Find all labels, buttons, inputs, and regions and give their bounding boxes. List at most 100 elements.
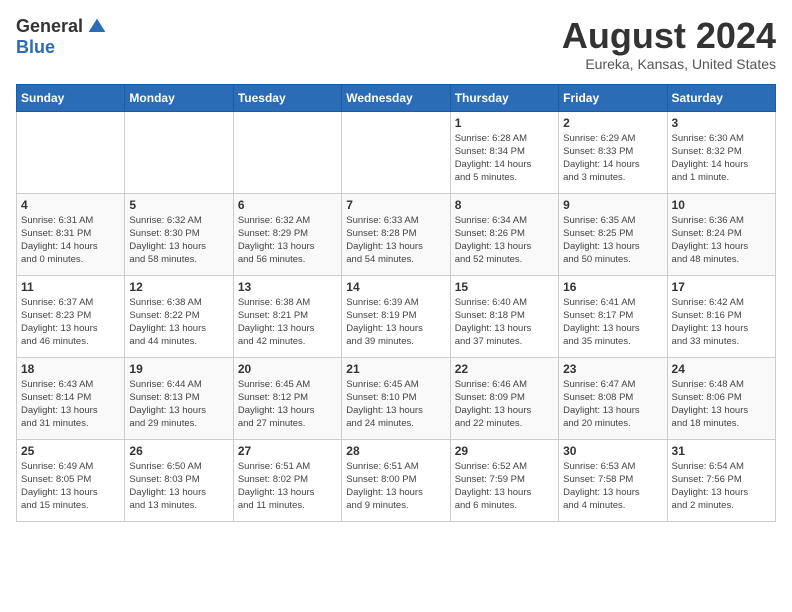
- header-tuesday: Tuesday: [233, 84, 341, 111]
- day-cell: 12Sunrise: 6:38 AMSunset: 8:22 PMDayligh…: [125, 275, 233, 357]
- day-detail: Sunrise: 6:51 AMSunset: 8:00 PMDaylight:…: [346, 460, 445, 513]
- day-detail: Sunrise: 6:43 AMSunset: 8:14 PMDaylight:…: [21, 378, 120, 431]
- day-detail: Sunrise: 6:39 AMSunset: 8:19 PMDaylight:…: [346, 296, 445, 349]
- day-detail: Sunrise: 6:28 AMSunset: 8:34 PMDaylight:…: [455, 132, 554, 185]
- day-cell: 10 Sunrise: 6:36 AMSunset: 8:24 PMDayligh…: [667, 193, 775, 275]
- day-cell: 20 Sunrise: 6:45 AMSunset: 8:12 PMDayligh…: [233, 357, 341, 439]
- day-cell: 5 Sunrise: 6:32 AMSunset: 8:30 PMDaylight…: [125, 193, 233, 275]
- week-row-2: 11 Sunrise: 6:37 AMSunset: 8:23 PMDayligh…: [17, 275, 776, 357]
- day-number: 1: [455, 116, 554, 130]
- day-cell: 8 Sunrise: 6:34 AMSunset: 8:26 PMDaylight…: [450, 193, 558, 275]
- day-cell: 1 Sunrise: 6:28 AMSunset: 8:34 PMDaylight…: [450, 111, 558, 193]
- day-cell: 25Sunrise: 6:49 AMSunset: 8:05 PMDayligh…: [17, 439, 125, 521]
- day-detail: Sunrise: 6:50 AMSunset: 8:03 PMDaylight:…: [129, 460, 228, 513]
- day-detail: Sunrise: 6:52 AMSunset: 7:59 PMDaylight:…: [455, 460, 554, 513]
- logo-icon: [87, 17, 107, 37]
- day-cell: 15 Sunrise: 6:40 AMSunset: 8:18 PMDayligh…: [450, 275, 558, 357]
- day-detail: Sunrise: 6:38 AMSunset: 8:21 PMDaylight:…: [238, 296, 337, 349]
- week-row-1: 4 Sunrise: 6:31 AMSunset: 8:31 PMDaylight…: [17, 193, 776, 275]
- header-wednesday: Wednesday: [342, 84, 450, 111]
- day-cell: 26Sunrise: 6:50 AMSunset: 8:03 PMDayligh…: [125, 439, 233, 521]
- day-cell: 6 Sunrise: 6:32 AMSunset: 8:29 PMDaylight…: [233, 193, 341, 275]
- day-cell: 17Sunrise: 6:42 AMSunset: 8:16 PMDayligh…: [667, 275, 775, 357]
- header-monday: Monday: [125, 84, 233, 111]
- header-saturday: Saturday: [667, 84, 775, 111]
- day-cell: [17, 111, 125, 193]
- calendar-table: SundayMondayTuesdayWednesdayThursdayFrid…: [16, 84, 776, 522]
- day-number: 14: [346, 280, 445, 294]
- day-number: 29: [455, 444, 554, 458]
- day-detail: Sunrise: 6:49 AMSunset: 8:05 PMDaylight:…: [21, 460, 120, 513]
- day-number: 13: [238, 280, 337, 294]
- day-cell: 3 Sunrise: 6:30 AMSunset: 8:32 PMDaylight…: [667, 111, 775, 193]
- day-cell: [233, 111, 341, 193]
- day-number: 21: [346, 362, 445, 376]
- day-detail: Sunrise: 6:40 AMSunset: 8:18 PMDaylight:…: [455, 296, 554, 349]
- day-number: 18: [21, 362, 120, 376]
- day-cell: 30Sunrise: 6:53 AMSunset: 7:58 PMDayligh…: [559, 439, 667, 521]
- day-detail: Sunrise: 6:48 AMSunset: 8:06 PMDaylight:…: [672, 378, 771, 431]
- day-cell: 27 Sunrise: 6:51 AMSunset: 8:02 PMDayligh…: [233, 439, 341, 521]
- day-detail: Sunrise: 6:46 AMSunset: 8:09 PMDaylight:…: [455, 378, 554, 431]
- day-cell: 16Sunrise: 6:41 AMSunset: 8:17 PMDayligh…: [559, 275, 667, 357]
- day-detail: Sunrise: 6:32 AMSunset: 8:29 PMDaylight:…: [238, 214, 337, 267]
- logo-general-text: General: [16, 16, 83, 37]
- day-number: 16: [563, 280, 662, 294]
- day-cell: 7 Sunrise: 6:33 AMSunset: 8:28 PMDaylight…: [342, 193, 450, 275]
- day-cell: [125, 111, 233, 193]
- week-row-3: 18 Sunrise: 6:43 AMSunset: 8:14 PMDayligh…: [17, 357, 776, 439]
- day-cell: 4 Sunrise: 6:31 AMSunset: 8:31 PMDaylight…: [17, 193, 125, 275]
- day-cell: 28Sunrise: 6:51 AMSunset: 8:00 PMDayligh…: [342, 439, 450, 521]
- logo-blue-text: Blue: [16, 37, 55, 58]
- day-number: 9: [563, 198, 662, 212]
- header-row: SundayMondayTuesdayWednesdayThursdayFrid…: [17, 84, 776, 111]
- day-cell: 24Sunrise: 6:48 AMSunset: 8:06 PMDayligh…: [667, 357, 775, 439]
- day-detail: Sunrise: 6:45 AMSunset: 8:12 PMDaylight:…: [238, 378, 337, 431]
- day-cell: 23Sunrise: 6:47 AMSunset: 8:08 PMDayligh…: [559, 357, 667, 439]
- day-cell: 2Sunrise: 6:29 AMSunset: 8:33 PMDaylight…: [559, 111, 667, 193]
- day-number: 8: [455, 198, 554, 212]
- day-cell: 19 Sunrise: 6:44 AMSunset: 8:13 PMDayligh…: [125, 357, 233, 439]
- day-detail: Sunrise: 6:44 AMSunset: 8:13 PMDaylight:…: [129, 378, 228, 431]
- day-cell: 22Sunrise: 6:46 AMSunset: 8:09 PMDayligh…: [450, 357, 558, 439]
- day-number: 27: [238, 444, 337, 458]
- day-detail: Sunrise: 6:53 AMSunset: 7:58 PMDaylight:…: [563, 460, 662, 513]
- day-detail: Sunrise: 6:35 AMSunset: 8:25 PMDaylight:…: [563, 214, 662, 267]
- month-title: August 2024: [562, 16, 776, 56]
- day-number: 17: [672, 280, 771, 294]
- day-cell: 29 Sunrise: 6:52 AMSunset: 7:59 PMDayligh…: [450, 439, 558, 521]
- day-number: 2: [563, 116, 662, 130]
- day-detail: Sunrise: 6:38 AMSunset: 8:22 PMDaylight:…: [129, 296, 228, 349]
- day-detail: Sunrise: 6:32 AMSunset: 8:30 PMDaylight:…: [129, 214, 228, 267]
- week-row-4: 25Sunrise: 6:49 AMSunset: 8:05 PMDayligh…: [17, 439, 776, 521]
- day-number: 20: [238, 362, 337, 376]
- day-number: 7: [346, 198, 445, 212]
- day-detail: Sunrise: 6:34 AMSunset: 8:26 PMDaylight:…: [455, 214, 554, 267]
- week-row-0: 1 Sunrise: 6:28 AMSunset: 8:34 PMDaylight…: [17, 111, 776, 193]
- day-number: 11: [21, 280, 120, 294]
- page-header: General Blue August 2024 Eureka, Kansas,…: [16, 16, 776, 72]
- day-cell: 31 Sunrise: 6:54 AMSunset: 7:56 PMDayligh…: [667, 439, 775, 521]
- day-number: 15: [455, 280, 554, 294]
- day-detail: Sunrise: 6:31 AMSunset: 8:31 PMDaylight:…: [21, 214, 120, 267]
- day-number: 4: [21, 198, 120, 212]
- day-cell: 11 Sunrise: 6:37 AMSunset: 8:23 PMDayligh…: [17, 275, 125, 357]
- day-detail: Sunrise: 6:30 AMSunset: 8:32 PMDaylight:…: [672, 132, 771, 185]
- day-detail: Sunrise: 6:36 AMSunset: 8:24 PMDaylight:…: [672, 214, 771, 267]
- day-number: 10: [672, 198, 771, 212]
- day-cell: 21Sunrise: 6:45 AMSunset: 8:10 PMDayligh…: [342, 357, 450, 439]
- day-detail: Sunrise: 6:33 AMSunset: 8:28 PMDaylight:…: [346, 214, 445, 267]
- day-number: 31: [672, 444, 771, 458]
- day-cell: [342, 111, 450, 193]
- day-number: 5: [129, 198, 228, 212]
- day-number: 19: [129, 362, 228, 376]
- day-cell: 18 Sunrise: 6:43 AMSunset: 8:14 PMDayligh…: [17, 357, 125, 439]
- day-cell: 13 Sunrise: 6:38 AMSunset: 8:21 PMDayligh…: [233, 275, 341, 357]
- day-number: 6: [238, 198, 337, 212]
- day-detail: Sunrise: 6:54 AMSunset: 7:56 PMDaylight:…: [672, 460, 771, 513]
- day-cell: 9 Sunrise: 6:35 AMSunset: 8:25 PMDaylight…: [559, 193, 667, 275]
- location: Eureka, Kansas, United States: [562, 56, 776, 72]
- day-number: 3: [672, 116, 771, 130]
- day-detail: Sunrise: 6:51 AMSunset: 8:02 PMDaylight:…: [238, 460, 337, 513]
- day-detail: Sunrise: 6:37 AMSunset: 8:23 PMDaylight:…: [21, 296, 120, 349]
